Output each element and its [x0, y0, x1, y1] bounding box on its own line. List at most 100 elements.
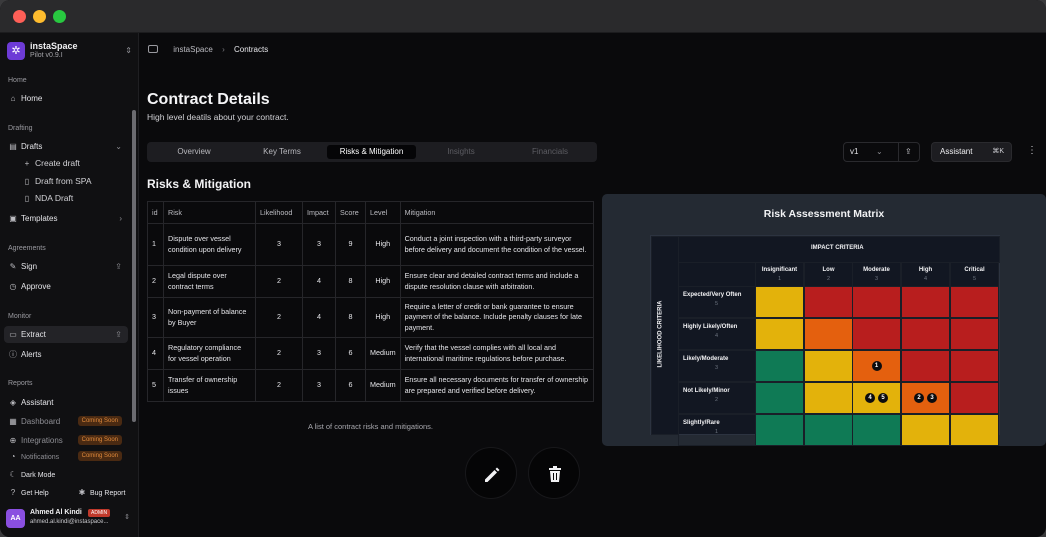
moon-icon: ☾ — [9, 470, 17, 479]
impact-column-header — [950, 262, 999, 287]
upload-icon: ⇪ — [115, 262, 122, 271]
likelihood-level-label: Expected/Very Often — [683, 292, 742, 298]
cell-score: 6 — [335, 337, 366, 370]
likelihood-level-number: 4 — [715, 333, 719, 339]
matrix-title: Risk Assessment Matrix — [763, 208, 885, 220]
impact-level-label: Insignificant — [761, 267, 798, 273]
column-header: Score — [335, 201, 366, 224]
sidebar-item-approve[interactable]: ◷ Approve — [4, 278, 128, 295]
cell-risk: Non-payment of balance by Buyer — [163, 297, 256, 338]
cell-impact: 4 — [302, 297, 336, 338]
matrix-cell — [755, 318, 804, 350]
cell-impact: 4 — [302, 265, 336, 298]
version-select[interactable]: v1 ⌄ ⇪ — [843, 142, 920, 162]
tab-risks-mitigation[interactable]: Risks & Mitigation — [327, 145, 416, 159]
sidebar-item-nda-draft[interactable]: ▯ NDA Draft — [18, 190, 128, 207]
likelihood-level-label: Highly Likely/Often — [683, 324, 738, 330]
sidebar-scrollbar[interactable] — [132, 110, 136, 422]
upload-icon: ⇪ — [115, 330, 122, 339]
minimize-window-button[interactable] — [33, 10, 46, 23]
sidebar-item-assistant[interactable]: ◈ Assistant — [4, 394, 128, 411]
sidebar-item-dark-mode[interactable]: ☾ Dark Mode — [4, 466, 128, 483]
trash-icon — [549, 466, 561, 482]
user-name: Ahmed Al Kindi — [30, 509, 82, 516]
tab-bar: Overview Key Terms Risks & Mitigation In… — [147, 142, 597, 162]
cell-id: 4 — [147, 337, 164, 370]
matrix-cell — [950, 414, 999, 446]
upload-icon[interactable]: ⇪ — [905, 143, 912, 161]
cell-likelihood: 2 — [255, 265, 303, 298]
impact-level-label: Critical — [964, 267, 985, 273]
close-window-button[interactable] — [13, 10, 26, 23]
sidebar-item-bug-report[interactable]: ✱ Bug Report — [73, 484, 133, 501]
approve-icon: ◷ — [9, 282, 17, 291]
tab-key-terms[interactable]: Key Terms — [238, 145, 326, 159]
breadcrumb-current: Contracts — [233, 45, 269, 54]
sidebar-item-alerts[interactable]: ⓘ Alerts — [4, 346, 128, 363]
sidebar-item-home[interactable]: ⌂ Home — [4, 90, 128, 107]
app-window: ✲ instaSpace Pilot v0.9.I ⇕ Home ⌂ Home D… — [0, 0, 1046, 537]
tab-financials[interactable]: Financials — [506, 145, 594, 159]
impact-criteria-label: IMPACT CRITERIA — [811, 245, 864, 251]
workspace-switcher[interactable]: ✲ instaSpace Pilot v0.9.I ⇕ — [7, 41, 132, 63]
matrix-cell — [804, 414, 853, 446]
breadcrumb-root[interactable]: instaSpace — [173, 45, 213, 54]
sidebar-item-label: Notifications — [21, 454, 60, 461]
section-title: Risks & Mitigation — [147, 177, 252, 191]
brand-version: Pilot v0.9.I — [30, 52, 63, 59]
cell-risk: Legal dispute over contract terms — [163, 265, 256, 298]
tab-insights[interactable]: Insights — [417, 145, 505, 159]
file-icon: ▯ — [24, 194, 30, 203]
shortcut-hint: ⌘K — [992, 148, 1004, 155]
sidebar-item-draft-from-spa[interactable]: ▯ Draft from SPA — [18, 173, 128, 190]
sidebar-item-create-draft[interactable]: + Create draft — [18, 155, 128, 172]
edit-button[interactable] — [465, 447, 517, 499]
sidebar-item-dashboard[interactable]: ▦ Dashboard Coming Soon — [4, 413, 128, 430]
likelihood-header-cell — [651, 236, 679, 435]
page-subtitle: High level deatils about your contract. — [147, 112, 289, 122]
impact-level-number: 3 — [874, 276, 879, 282]
matrix-cell — [755, 350, 804, 382]
maximize-window-button[interactable] — [53, 10, 66, 23]
coming-soon-badge: Coming Soon — [77, 416, 122, 426]
tab-overview[interactable]: Overview — [150, 145, 238, 159]
sidebar-item-templates[interactable]: ▣ Templates › — [4, 210, 128, 227]
section-monitor: Monitor — [8, 313, 32, 320]
risk-marker: 5 — [878, 393, 888, 403]
column-header: Mitigation — [399, 201, 595, 224]
more-options-icon[interactable]: ⋮ — [1027, 145, 1037, 156]
risk-matrix-card: Risk Assessment Matrix IMPACT CRITERIA LI… — [602, 194, 1046, 446]
sidebar-item-sign[interactable]: ✎ Sign ⇪ — [4, 258, 128, 275]
role-badge: ADMIN — [88, 509, 111, 517]
version-value: v1 — [850, 147, 859, 156]
column-header: id — [147, 201, 164, 224]
integrations-icon: ⊕ — [9, 436, 17, 445]
column-header: Risk — [163, 201, 256, 224]
sidebar-item-extract[interactable]: ▭ Extract ⇪ — [4, 326, 128, 343]
sidebar-item-drafts[interactable]: ▤ Drafts ⌄ — [4, 138, 128, 155]
chevron-updown-icon: ⇕ — [125, 46, 132, 55]
sidebar-item-label: Extract — [21, 330, 46, 339]
sidebar-item-get-help[interactable]: ? Get Help — [4, 484, 68, 501]
likelihood-level-label: Slightly/Rare — [683, 420, 720, 426]
matrix-cell — [852, 286, 901, 318]
avatar: AA — [6, 509, 25, 528]
sidebar-item-notifications[interactable]: ◔ Notifications Coming Soon — [4, 448, 128, 465]
likelihood-level-number: 3 — [715, 365, 719, 371]
sidebar: ✲ instaSpace Pilot v0.9.I ⇕ Home ⌂ Home D… — [0, 33, 139, 537]
impact-column-header — [755, 262, 804, 287]
impact-level-label: Moderate — [863, 267, 890, 273]
user-menu[interactable]: AA Ahmed Al Kindi ADMIN ahmed.al.kindi@i… — [6, 507, 132, 533]
delete-button[interactable] — [528, 447, 580, 499]
assistant-button[interactable]: Assistant ⌘K — [931, 142, 1012, 162]
cell-level: High — [365, 297, 401, 338]
matrix-cell — [950, 382, 999, 414]
signature-icon: ✎ — [9, 262, 17, 271]
sidebar-item-integrations[interactable]: ⊕ Integrations Coming Soon — [4, 432, 128, 449]
impact-level-number: 1 — [777, 276, 782, 282]
cell-impact: 3 — [302, 223, 336, 266]
matrix-cell — [804, 350, 853, 382]
toggle-sidebar-icon[interactable] — [148, 45, 158, 53]
home-icon: ⌂ — [10, 94, 16, 103]
matrix-cell — [804, 286, 853, 318]
